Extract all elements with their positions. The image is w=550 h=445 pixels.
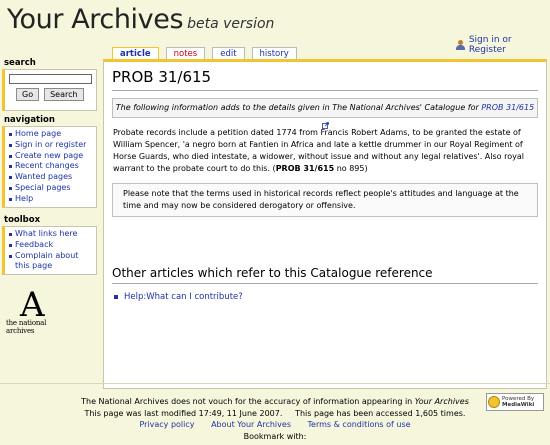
logo-letter: A (20, 285, 45, 325)
section-divider (112, 283, 538, 284)
info-text: The following information adds to the de… (115, 103, 482, 112)
related-list: Help:What can I contribute? (114, 292, 243, 302)
user-icon (456, 40, 465, 50)
nav-item-wanted-pages[interactable]: Wanted pages (9, 172, 92, 183)
tool-item-what-links-here[interactable]: What links here (9, 229, 92, 240)
footer: The National Archives does not vouch for… (0, 396, 550, 442)
about-link[interactable]: About Your Archives (211, 420, 291, 429)
last-modified: This page was last modified 17:49, 11 Ju… (84, 408, 283, 418)
terms-link[interactable]: Terms & conditions of use (308, 420, 411, 429)
personal-tools: Sign in or Register (456, 35, 550, 55)
content-area: PROB 31/615 The following information ad… (103, 59, 547, 389)
search-button[interactable]: Search (44, 88, 84, 101)
bookmark-label: Bookmark with: (243, 431, 307, 441)
search-heading: search (4, 58, 36, 68)
login-link[interactable]: Sign in or Register (469, 35, 550, 55)
beta-label: beta version (187, 16, 275, 32)
national-archives-logo[interactable]: A the national archives (6, 285, 76, 335)
logo-text: the national archives (6, 319, 47, 335)
related-articles-heading: Other articles which refer to this Catal… (112, 266, 433, 280)
toolbox-heading: toolbox (4, 215, 41, 225)
toolbox-portlet: toolbox What links here Feedback Complai… (2, 215, 97, 276)
mediawiki-flower-icon (488, 396, 500, 408)
body-reference: PROB 31/615 (275, 164, 335, 173)
nav-item-create-page[interactable]: Create new page (9, 151, 92, 162)
search-input[interactable] (9, 74, 92, 84)
related-link[interactable]: Help:What can I contribute? (124, 292, 243, 302)
bullet-icon (114, 295, 118, 299)
search-portlet: search Go Search (2, 58, 97, 111)
title-divider (112, 90, 538, 91)
navigation-portlet: navigation Home page Sign in or register… (2, 115, 97, 208)
footer-divider (0, 383, 550, 384)
nav-item-recent-changes[interactable]: Recent changes (9, 161, 92, 172)
catalogue-info-box: The following information adds to the de… (112, 98, 538, 129)
navigation-heading: navigation (4, 115, 55, 125)
page-title: PROB 31/615 (112, 68, 212, 86)
powered-by-mediawiki-badge[interactable]: Powered By MediaWiki (486, 393, 544, 411)
nav-item-home[interactable]: Home page (9, 129, 92, 140)
access-count: This page has been accessed 1,605 times. (295, 408, 466, 418)
catalogue-link[interactable]: PROB 31/615 (481, 103, 534, 112)
nav-item-help[interactable]: Help (9, 194, 92, 205)
tool-item-feedback[interactable]: Feedback (9, 240, 92, 251)
footer-links: Privacy policy About Your Archives Terms… (0, 419, 550, 431)
site-title[interactable]: Your Archives beta version (7, 2, 274, 42)
disclaimer: The National Archives does not vouch for… (81, 397, 469, 406)
go-button[interactable]: Go (16, 88, 40, 101)
tool-item-complain[interactable]: Complain about this page (9, 251, 92, 273)
article-body: Probate records include a petition dated… (113, 128, 524, 173)
badge-line-2: MediaWiki (502, 402, 535, 408)
nav-item-sign-in[interactable]: Sign in or register (9, 140, 92, 151)
page-stats: This page was last modified 17:49, 11 Ju… (0, 408, 550, 420)
privacy-policy-link[interactable]: Privacy policy (139, 420, 194, 429)
nav-item-special-pages[interactable]: Special pages (9, 183, 92, 194)
terminology-note: Please note that the terms used in histo… (112, 183, 538, 217)
